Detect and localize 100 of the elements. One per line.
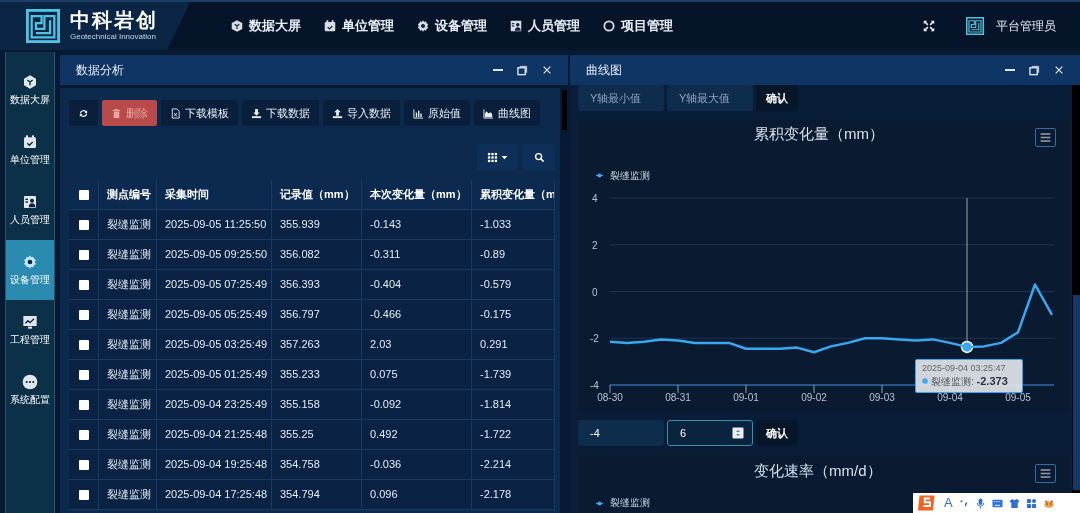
table-cell-text: 裂缝监测 bbox=[107, 427, 151, 443]
column-header[interactable]: 本次变化量（mm） bbox=[370, 186, 467, 203]
sidebar-item[interactable]: 单位管理 bbox=[6, 120, 54, 180]
sidebar-item[interactable]: 设备管理 bbox=[6, 240, 54, 300]
area-chart-icon bbox=[483, 107, 494, 119]
axis-label: 09-02 bbox=[801, 392, 827, 403]
scrollbar-thumb[interactable] bbox=[562, 90, 567, 130]
column-header[interactable]: 测点编号 bbox=[107, 186, 151, 203]
calendar-icon bbox=[22, 134, 38, 150]
user-name[interactable]: 平台管理员 bbox=[996, 17, 1056, 35]
table-cell-text: 356.082 bbox=[280, 247, 320, 263]
curve-button[interactable]: 曲线图 bbox=[474, 100, 540, 126]
panel-title: 曲线图 bbox=[586, 62, 622, 79]
table-cell-text: 裂缝监测 bbox=[107, 247, 151, 263]
id-card-icon bbox=[22, 194, 38, 210]
axis-label: 08-30 bbox=[597, 392, 623, 403]
table-cell-text: 裂缝监测 bbox=[107, 337, 151, 353]
checkbox[interactable] bbox=[78, 399, 89, 410]
table-cell-text: 0.291 bbox=[480, 337, 508, 353]
legend-item[interactable]: 裂缝监测 bbox=[593, 168, 650, 183]
tooltip-time: 2025-09-04 03:25:47 bbox=[922, 361, 1007, 374]
more-icon bbox=[22, 374, 38, 390]
checkbox[interactable] bbox=[78, 339, 89, 350]
table-cell-text: 2025-09-05 09:25:50 bbox=[165, 247, 268, 263]
grid-icon bbox=[486, 151, 498, 163]
trash-icon bbox=[111, 107, 122, 119]
menu-icon bbox=[1039, 467, 1052, 480]
table-cell-text: 裂缝监测 bbox=[107, 487, 151, 503]
checkbox[interactable] bbox=[78, 189, 89, 200]
tooltip-value: 裂缝监测: -2.373 bbox=[931, 373, 1008, 389]
nav-item[interactable]: 项目管理 bbox=[602, 16, 673, 36]
nav-item[interactable]: 人员管理 bbox=[509, 16, 580, 36]
menu-icon bbox=[1039, 131, 1052, 144]
table-cell-text: -1.814 bbox=[480, 397, 512, 413]
checkbox[interactable] bbox=[78, 459, 89, 470]
checkbox[interactable] bbox=[78, 219, 89, 230]
search-button[interactable] bbox=[523, 144, 555, 170]
input-field[interactable]: 6 bbox=[667, 420, 753, 446]
calendar-icon bbox=[323, 19, 337, 33]
confirm-button[interactable]: 确认 bbox=[756, 420, 798, 446]
columns-button[interactable] bbox=[477, 144, 517, 170]
table-cell-text: 354.758 bbox=[280, 457, 320, 473]
axis-label: -2 bbox=[590, 333, 599, 345]
menu-button[interactable] bbox=[1035, 128, 1056, 147]
table-cell-text: 2025-09-05 03:25:49 bbox=[165, 337, 268, 353]
table-cell-text: -1.739 bbox=[480, 367, 512, 383]
bar-chart-icon bbox=[413, 107, 424, 119]
sidebar-item[interactable]: 工程管理 bbox=[6, 300, 54, 360]
input-field[interactable]: Y轴最小值 bbox=[578, 85, 664, 111]
checkbox[interactable] bbox=[78, 279, 89, 290]
input-field[interactable]: Y轴最大值 bbox=[667, 85, 753, 111]
checkbox[interactable] bbox=[78, 249, 89, 260]
sidebar-item[interactable]: 系统配置 bbox=[6, 360, 54, 420]
table-cell-text: 裂缝监测 bbox=[107, 217, 151, 233]
table-cell-text: 裂缝监测 bbox=[107, 307, 151, 323]
panel-title: 数据分析 bbox=[76, 62, 124, 79]
checkbox[interactable] bbox=[78, 309, 89, 320]
column-header[interactable]: 记录值（mm） bbox=[280, 186, 355, 203]
refresh-button[interactable] bbox=[69, 100, 98, 126]
nav-item[interactable]: 数据大屏 bbox=[230, 16, 301, 36]
axis-label: 09-03 bbox=[869, 392, 895, 403]
close-icon bbox=[542, 65, 552, 75]
column-header[interactable]: 采集时间 bbox=[165, 186, 209, 203]
caret-icon bbox=[500, 153, 508, 161]
id-card-icon bbox=[509, 19, 523, 33]
scrollbar-thumb[interactable] bbox=[1073, 295, 1080, 490]
table-cell-text: 2025-09-05 05:25:49 bbox=[165, 307, 268, 323]
nav-item[interactable]: 设备管理 bbox=[416, 16, 487, 36]
close-icon bbox=[1054, 65, 1064, 75]
confirm-button[interactable]: 确认 bbox=[756, 85, 798, 111]
search-icon bbox=[533, 151, 545, 163]
template-button[interactable]: 下载模板 bbox=[161, 100, 238, 126]
table-cell-text: -0.092 bbox=[370, 397, 402, 413]
table-cell-text: 0.075 bbox=[370, 367, 398, 383]
legend-item[interactable]: 裂缝监测 bbox=[593, 497, 650, 509]
table-cell-text: 2025-09-05 01:25:49 bbox=[165, 367, 268, 383]
table-cell-text: 356.797 bbox=[280, 307, 320, 323]
axis-label: 2 bbox=[592, 239, 598, 251]
data-point[interactable] bbox=[960, 340, 974, 354]
nav-item[interactable]: 单位管理 bbox=[323, 16, 394, 36]
download-button[interactable]: 下载数据 bbox=[242, 100, 319, 126]
upload-icon bbox=[332, 107, 343, 119]
input-field[interactable]: -4 bbox=[578, 420, 664, 446]
table-cell-text: 0.492 bbox=[370, 427, 398, 443]
chart-icon bbox=[22, 314, 38, 330]
table-cell-text: 355.158 bbox=[280, 397, 320, 413]
apps-icon bbox=[1025, 497, 1037, 509]
avatar-icon bbox=[966, 17, 984, 35]
raw-button[interactable]: 原始值 bbox=[404, 100, 470, 126]
sidebar-item[interactable]: 人员管理 bbox=[6, 180, 54, 240]
upload-button[interactable]: 导入数据 bbox=[323, 100, 400, 126]
checkbox[interactable] bbox=[78, 369, 89, 380]
table-cell-text: 2025-09-04 17:25:48 bbox=[165, 487, 268, 503]
language-toggle[interactable]: A bbox=[944, 493, 953, 513]
keyboard-icon bbox=[991, 497, 1003, 509]
sidebar-item[interactable]: 数据大屏 bbox=[6, 60, 54, 120]
menu-button[interactable] bbox=[1035, 464, 1056, 483]
table-cell-text: -0.89 bbox=[480, 247, 506, 263]
checkbox[interactable] bbox=[78, 489, 89, 500]
checkbox[interactable] bbox=[78, 429, 89, 440]
